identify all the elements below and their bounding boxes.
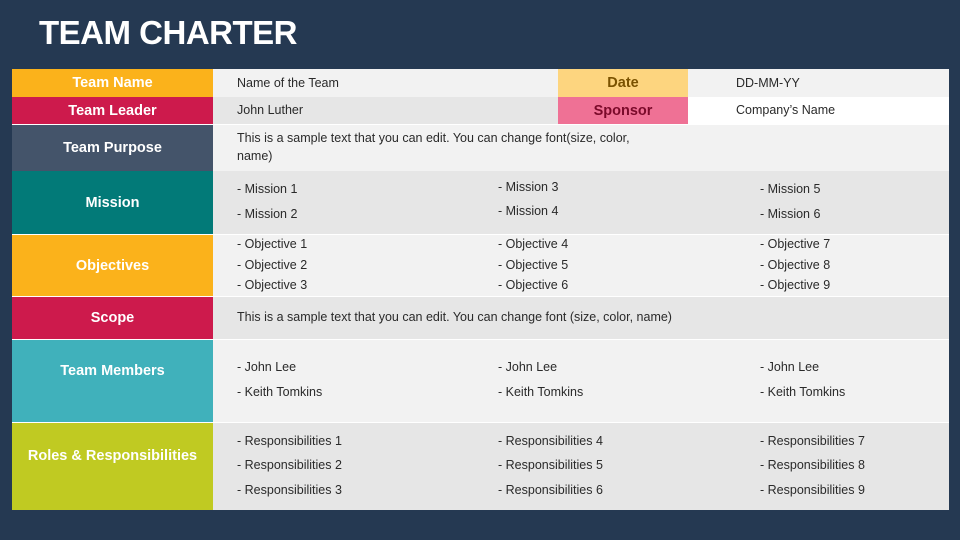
list-item: - John Lee	[760, 360, 820, 374]
scope-content: This is a sample text that you can edit.…	[213, 297, 949, 339]
team-purpose-text: This is a sample text that you can edit.…	[237, 131, 630, 163]
sponsor-label: Sponsor	[558, 97, 688, 124]
objectives-row: Objectives - Objective 1 - Objective 2 -…	[12, 235, 949, 296]
list-item: - Objective 5	[498, 258, 569, 272]
roles-label: Roles & Responsibilities	[12, 423, 213, 510]
sponsor-cell: Company’s Name	[688, 97, 949, 124]
team-purpose-row: Team Purpose This is a sample text that …	[12, 125, 949, 171]
date-value: DD-MM-YY	[736, 76, 800, 90]
team-members-row: Team Members - John Lee - Keith Tomkins …	[12, 340, 949, 422]
list-item: - John Lee	[237, 360, 297, 374]
list-item: - Objective 1	[237, 237, 308, 251]
page-title: TEAM CHARTER	[39, 14, 297, 51]
team-members-content: - John Lee - Keith Tomkins - John Lee - …	[213, 340, 949, 422]
list-item: - Mission 2	[237, 207, 298, 221]
team-purpose-content: This is a sample text that you can edit.…	[213, 125, 949, 171]
list-item: - Keith Tomkins	[498, 385, 584, 399]
objectives-content: - Objective 1 - Objective 2 - Objective …	[213, 235, 949, 296]
list-item: - Responsibilities 4	[498, 434, 603, 448]
charter-table: Team Name Name of the Team Date DD-MM-YY…	[12, 69, 949, 510]
list-item: - Mission 4	[498, 204, 559, 218]
list-item: - Objective 8	[760, 258, 831, 272]
team-name-row: Team Name Name of the Team Date DD-MM-YY	[12, 69, 949, 97]
list-item: - Mission 5	[760, 182, 821, 196]
list-item: - Objective 4	[498, 237, 569, 251]
list-item: - Objective 3	[237, 278, 308, 292]
sponsor-value: Company’s Name	[736, 103, 836, 117]
roles-content: - Responsibilities 1 - Responsibilities …	[213, 423, 949, 510]
scope-label: Scope	[12, 297, 213, 339]
list-item: - Responsibilities 1	[237, 434, 342, 448]
team-purpose-label: Team Purpose	[12, 125, 213, 171]
list-item: - Objective 9	[760, 278, 831, 292]
list-item: - Mission 3	[498, 180, 559, 194]
mission-content: - Mission 1 - Mission 2 - Mission 3 - Mi…	[213, 171, 949, 234]
list-item: - John Lee	[498, 360, 558, 374]
roles-row: Roles & Responsibilities - Responsibilit…	[12, 423, 949, 510]
team-members-label: Team Members	[12, 340, 213, 422]
team-name-label: Team Name	[12, 69, 213, 97]
list-item: - Responsibilities 7	[760, 434, 865, 448]
objectives-label: Objectives	[12, 235, 213, 296]
list-item: - Responsibilities 9	[760, 483, 865, 497]
list-item: - Mission 1	[237, 182, 298, 196]
list-item: - Keith Tomkins	[237, 385, 323, 399]
list-item: - Responsibilities 5	[498, 458, 603, 472]
list-item: - Responsibilities 3	[237, 483, 342, 497]
team-leader-content: John Luther	[213, 97, 559, 124]
list-item: - Responsibilities 6	[498, 483, 603, 497]
team-leader-row: Team Leader John Luther Sponsor Company’…	[12, 97, 949, 124]
scope-row: Scope This is a sample text that you can…	[12, 297, 949, 339]
mission-row: Mission - Mission 1 - Mission 2 - Missio…	[12, 171, 949, 234]
list-item: - Objective 2	[237, 258, 308, 272]
list-item: - Objective 7	[760, 237, 831, 251]
team-name-value: Name of the Team	[237, 76, 339, 90]
team-leader-value: John Luther	[237, 103, 304, 117]
list-item: - Mission 6	[760, 207, 821, 221]
list-item: - Keith Tomkins	[760, 385, 846, 399]
list-item: - Objective 6	[498, 278, 569, 292]
scope-text: This is a sample text that you can edit.…	[237, 310, 672, 324]
list-item: - Responsibilities 2	[237, 458, 342, 472]
team-leader-label: Team Leader	[12, 97, 213, 124]
list-item: - Responsibilities 8	[760, 458, 865, 472]
mission-label: Mission	[12, 171, 213, 234]
date-label: Date	[558, 69, 688, 97]
